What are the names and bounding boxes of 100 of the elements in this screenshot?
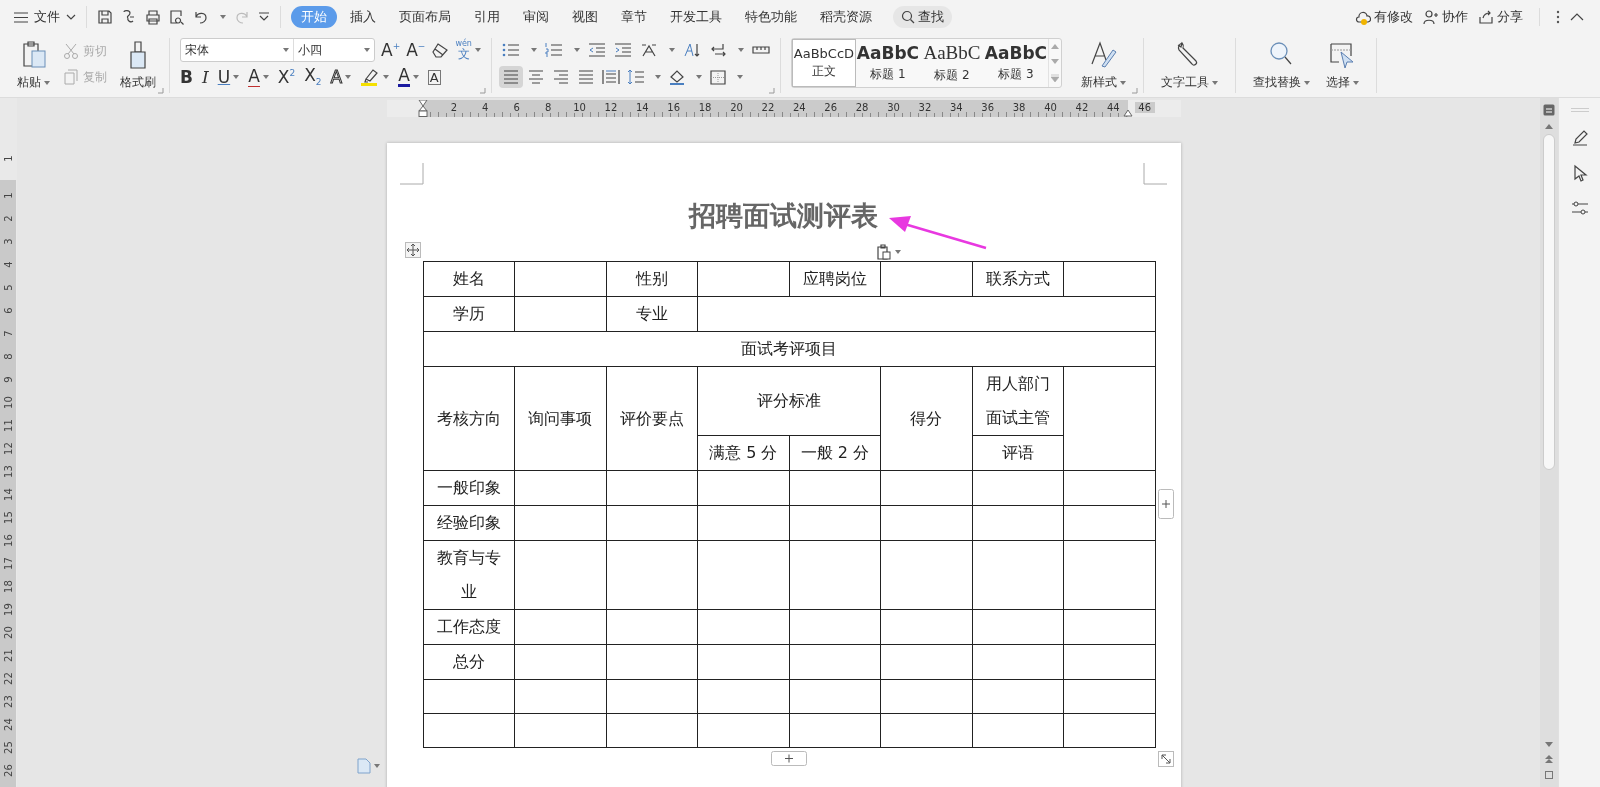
add-column-icon[interactable]	[1157, 489, 1174, 519]
modified-button[interactable]: 有修改	[1355, 8, 1413, 26]
table-cell: 学历	[423, 296, 515, 332]
font-color-button[interactable]: A	[398, 66, 419, 88]
expand-icon[interactable]	[1050, 74, 1059, 82]
chevron-down-icon	[66, 14, 76, 20]
shrink-font-button[interactable]: A$^{−}$	[406, 39, 426, 61]
scroll-up-icon[interactable]	[1545, 124, 1553, 129]
previous-page-icon[interactable]	[1545, 755, 1553, 763]
select-button[interactable]: 选择	[1322, 38, 1362, 94]
new-style-button[interactable]: 新样式	[1077, 38, 1129, 94]
style-preset[interactable]: AaBbC 标题 2	[919, 39, 984, 87]
text-effect-button[interactable]: A	[330, 66, 352, 88]
grow-font-button[interactable]: A$^{+}$	[381, 39, 401, 61]
format-painter-button[interactable]: 格式刷	[117, 38, 159, 94]
shading-icon[interactable]	[667, 69, 686, 85]
ruler-number: 3	[2, 237, 14, 247]
scroll-up-icon[interactable]	[1050, 44, 1059, 49]
underline-button[interactable]: U	[217, 66, 240, 88]
resize-handle-icon[interactable]	[1157, 751, 1174, 767]
paste-options-icon[interactable]	[875, 244, 892, 260]
borders-icon[interactable]	[708, 69, 727, 85]
clipboard-icon	[20, 40, 47, 70]
text-tools-button[interactable]: 文字工具	[1157, 38, 1221, 94]
bold-button[interactable]: B	[180, 66, 193, 88]
ribbon-tab[interactable]: 特色功能	[735, 6, 807, 28]
cloud-icon	[1355, 9, 1371, 25]
text-direction-icon[interactable]	[682, 42, 701, 58]
file-menu-button[interactable]: 文件	[14, 8, 76, 26]
ruler-number: 6	[2, 306, 14, 316]
caret-icon	[695, 75, 702, 79]
table-cell: 满意 5 分	[697, 435, 789, 471]
margin-mark-icon	[399, 163, 424, 185]
ruler-number: 11	[2, 418, 14, 434]
sliders-icon[interactable]	[1570, 199, 1589, 217]
table-cell: 面试考评项目	[423, 331, 1155, 367]
table-cell: 询问事项	[514, 366, 606, 471]
save-icon[interactable]	[97, 9, 113, 25]
share-button[interactable]: 分享	[1478, 8, 1523, 26]
ruler-number: 16	[2, 533, 14, 549]
pinyin-button[interactable]: wén 文	[455, 39, 481, 61]
italic-button[interactable]: I	[201, 66, 209, 88]
caret-icon	[1119, 80, 1126, 85]
browse-object-icon[interactable]	[1545, 771, 1553, 779]
style-preset[interactable]: AaBbC 标题 1	[855, 39, 920, 87]
line-spacing-icon[interactable]	[626, 69, 645, 85]
superscript-button[interactable]: X$^{2}$	[277, 66, 296, 88]
outdent-icon[interactable]	[587, 42, 606, 58]
ribbon-tab[interactable]: 开发工具	[660, 6, 732, 28]
print-icon[interactable]	[145, 9, 161, 25]
margin-mark-icon	[1142, 163, 1167, 185]
collaborate-button[interactable]: 协作	[1423, 8, 1468, 26]
move-handle-icon[interactable]	[404, 242, 421, 258]
caret-icon	[1303, 80, 1310, 85]
ribbon-tab[interactable]: 视图	[562, 6, 608, 28]
add-row-icon[interactable]	[770, 751, 807, 766]
subscript-button[interactable]: X$_{2}$	[304, 66, 322, 88]
indent-icon[interactable]	[613, 42, 632, 58]
ribbon-tab[interactable]: 审阅	[513, 6, 559, 28]
ruler-number: 4	[475, 102, 496, 113]
ribbon-tab[interactable]: 稻壳资源	[810, 6, 882, 28]
more-icon[interactable]	[1556, 10, 1560, 24]
ribbon-tab[interactable]: 页面布局	[389, 6, 461, 28]
paste-button[interactable]: 粘贴	[14, 38, 53, 94]
caret-icon	[530, 48, 537, 52]
search-icon	[901, 10, 915, 24]
strikethrough-button[interactable]: A	[248, 66, 269, 88]
align-center-icon[interactable]	[526, 69, 545, 85]
collapse-icon[interactable]	[1570, 13, 1584, 21]
align-right-icon[interactable]	[551, 69, 570, 85]
undo-icon[interactable]	[193, 9, 209, 25]
scroll-down-icon[interactable]	[1050, 59, 1059, 64]
ribbon-tab[interactable]: 插入	[340, 6, 386, 28]
ruler-number: 17	[2, 556, 14, 572]
ribbon-tab[interactable]: 章节	[611, 6, 657, 28]
ruler-number: 26	[2, 763, 14, 779]
style-preset[interactable]: AaBbCcD 正文	[791, 39, 856, 87]
align-left-icon[interactable]	[501, 69, 520, 85]
numbered-list-icon[interactable]	[544, 42, 563, 58]
search-button[interactable]: 查找	[893, 6, 952, 28]
scroll-down-icon[interactable]	[1545, 742, 1553, 747]
table-cell: 性别	[606, 261, 698, 297]
style-preset[interactable]: AaBbC 标题 3	[983, 39, 1048, 87]
caret-icon	[894, 250, 901, 254]
justify-icon[interactable]	[576, 69, 595, 85]
chinese-layout-icon[interactable]	[639, 42, 658, 58]
pen-icon[interactable]	[1570, 129, 1589, 147]
print-preview-icon[interactable]	[169, 9, 185, 25]
scrollbar-thumb[interactable]	[1543, 134, 1555, 470]
split-view-icon[interactable]	[1543, 104, 1555, 116]
menu-icon	[14, 11, 28, 23]
bullet-list-icon[interactable]	[501, 42, 520, 58]
customize-icon[interactable]	[258, 12, 270, 22]
eraser-icon[interactable]	[431, 42, 450, 58]
distributed-icon[interactable]	[601, 69, 620, 85]
table-cell: 姓名	[423, 261, 515, 297]
right-indent-marker-icon[interactable]	[1122, 110, 1133, 117]
find-replace-button[interactable]: 查找替换	[1249, 38, 1313, 94]
ribbon-tab[interactable]: 引用	[464, 6, 510, 28]
indent-marker-icon[interactable]	[417, 100, 428, 117]
